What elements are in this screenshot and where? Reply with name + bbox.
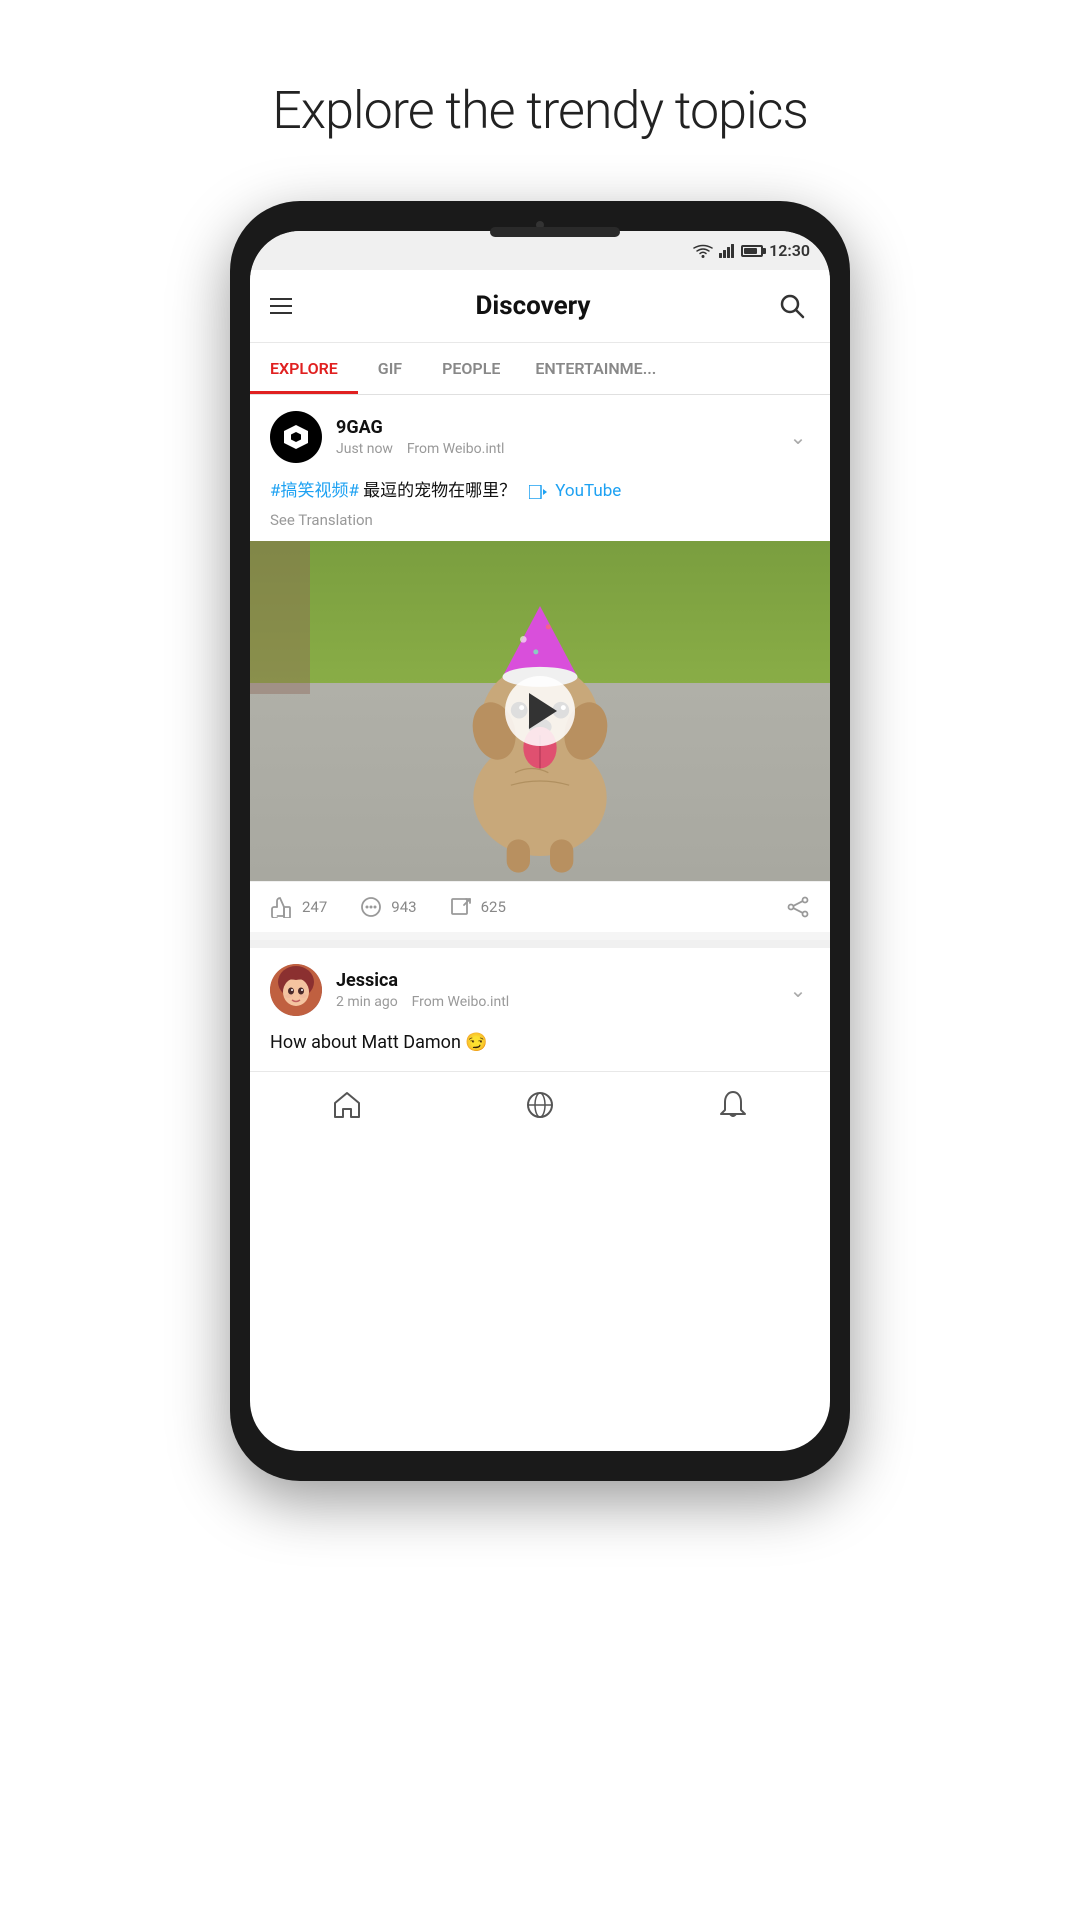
status-time: 12:30 xyxy=(769,241,810,260)
action-bar-9gag: 247 943 xyxy=(250,881,830,932)
play-button[interactable] xyxy=(505,676,575,746)
tab-bar: EXPLORE GIF PEOPLE ENTERTAINME... xyxy=(250,343,830,395)
jessica-avatar-svg xyxy=(270,964,322,1016)
home-icon xyxy=(332,1091,362,1119)
post-username-jessica: Jessica xyxy=(336,970,786,991)
repost-button[interactable]: 625 xyxy=(449,896,506,918)
search-icon xyxy=(779,293,805,319)
post-card-jessica: Jessica 2 min ago From Weibo.intl ⌄ How … xyxy=(250,948,830,1063)
tab-entertainment[interactable]: ENTERTAINME... xyxy=(520,343,671,394)
search-button[interactable] xyxy=(774,288,810,324)
thumbs-up-icon xyxy=(270,896,294,918)
post-youtube-link[interactable]: YouTube xyxy=(555,481,621,501)
bottom-nav-discover[interactable] xyxy=(443,1084,636,1126)
like-count: 247 xyxy=(302,898,327,916)
post-username-9gag: 9GAG xyxy=(336,417,786,438)
phone-screen: 12:30 Discovery EXPLORE GIF PEOPLE E xyxy=(250,231,830,1451)
app-title: Discovery xyxy=(292,291,774,321)
feed: 9GAG Just now From Weibo.intl ⌄ #搞笑视频# 最… xyxy=(250,395,830,1063)
repost-icon xyxy=(449,896,473,918)
post-text-9gag: #搞笑视频# 最逗的宠物在哪里？ YouTube xyxy=(270,479,810,505)
comment-button[interactable]: 943 xyxy=(359,896,416,918)
post-meta-jessica: Jessica 2 min ago From Weibo.intl xyxy=(336,970,786,1010)
repost-count: 625 xyxy=(481,898,506,916)
post-header-9gag: 9GAG Just now From Weibo.intl ⌄ xyxy=(250,395,830,479)
post-info-jessica: 2 min ago From Weibo.intl xyxy=(336,994,786,1010)
post-content-9gag: #搞笑视频# 最逗的宠物在哪里？ YouTube See Translation xyxy=(250,479,830,541)
phone-speaker xyxy=(490,227,620,237)
avatar-9gag xyxy=(270,411,322,463)
bottom-nav-notifications[interactable] xyxy=(637,1084,830,1126)
post-info-9gag: Just now From Weibo.intl xyxy=(336,441,786,457)
phone-frame: 12:30 Discovery EXPLORE GIF PEOPLE E xyxy=(230,201,850,1481)
post-translation-9gag[interactable]: See Translation xyxy=(270,511,810,529)
signal-icon xyxy=(719,244,735,258)
post-card-9gag: 9GAG Just now From Weibo.intl ⌄ #搞笑视频# 最… xyxy=(250,395,830,932)
post-hashtag[interactable]: #搞笑视频# xyxy=(270,481,359,501)
video-icon xyxy=(529,485,547,499)
play-triangle-icon xyxy=(529,693,557,729)
bottom-nav-home[interactable] xyxy=(250,1085,443,1125)
post-header-jessica: Jessica 2 min ago From Weibo.intl ⌄ xyxy=(250,948,830,1032)
hamburger-menu-button[interactable] xyxy=(270,298,292,314)
battery-icon xyxy=(741,245,763,257)
wifi-icon xyxy=(693,244,713,258)
comment-count: 943 xyxy=(391,898,416,916)
post-text-jessica: How about Matt Damon 😏 xyxy=(250,1032,830,1063)
bottom-nav xyxy=(250,1071,830,1138)
feed-divider xyxy=(250,940,830,948)
post-chevron-9gag[interactable]: ⌄ xyxy=(786,425,810,449)
discover-icon xyxy=(525,1090,555,1120)
tab-people[interactable]: PEOPLE xyxy=(422,343,520,394)
share-icon xyxy=(786,896,810,918)
like-button[interactable]: 247 xyxy=(270,896,327,918)
tab-explore[interactable]: EXPLORE xyxy=(250,343,358,394)
status-icons: 12:30 xyxy=(693,241,810,260)
post-meta-9gag: 9GAG Just now From Weibo.intl xyxy=(336,417,786,457)
avatar-jessica xyxy=(270,964,322,1016)
app-header: Discovery xyxy=(250,270,830,343)
share-button[interactable] xyxy=(786,896,810,918)
bell-icon xyxy=(719,1090,747,1120)
tab-gif[interactable]: GIF xyxy=(358,343,422,394)
page-title: Explore the trendy topics xyxy=(272,80,808,141)
post-chevron-jessica[interactable]: ⌄ xyxy=(786,978,810,1002)
comment-icon xyxy=(359,896,383,918)
post-image-9gag[interactable] xyxy=(250,541,830,881)
